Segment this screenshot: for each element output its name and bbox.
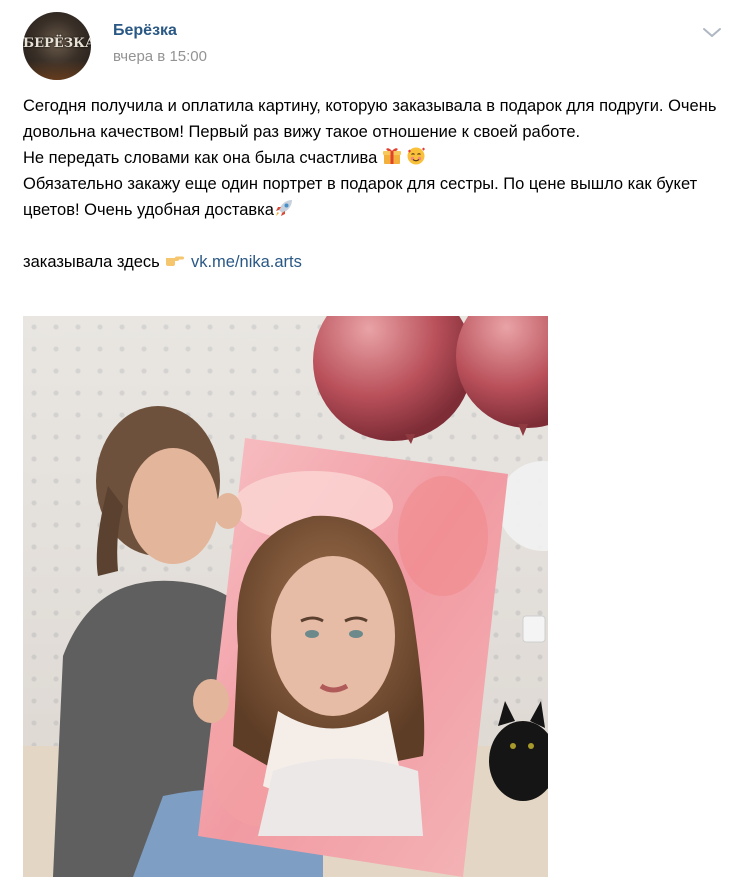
- pointing-right-emoji-icon: [166, 256, 185, 266]
- gift-emoji-icon: [382, 148, 401, 164]
- wall-post: БЕРЁЗКА Берёзка вчера в 15:00 Сегодня по…: [0, 0, 749, 877]
- author-avatar[interactable]: БЕРЁЗКА: [23, 12, 91, 80]
- order-line: заказывала здесь vk.me/nika.arts: [23, 249, 723, 275]
- order-prefix: заказывала здесь: [23, 253, 160, 271]
- smiling-face-with-hearts-emoji-icon: [407, 147, 426, 165]
- avatar-glow: [23, 60, 91, 80]
- post-date[interactable]: вчера в 15:00: [113, 48, 207, 65]
- post-paragraph-3: Обязательно закажу еще один портрет в по…: [23, 171, 723, 223]
- post-line-2-text: Не передать словами как она была счастли…: [23, 149, 378, 167]
- author-name[interactable]: Берёзка: [113, 22, 177, 40]
- post-text: Сегодня получила и оплатила картину, кот…: [23, 93, 723, 275]
- post-line-3-text: Обязательно закажу еще один портрет в по…: [23, 175, 698, 219]
- portrait-canvas: [198, 438, 508, 877]
- order-link[interactable]: vk.me/nika.arts: [191, 253, 302, 271]
- avatar-logo-text: БЕРЁЗКА: [23, 36, 91, 51]
- photo-illustration: [23, 316, 548, 877]
- balloon: [456, 316, 548, 428]
- rocket-emoji-icon: [275, 200, 292, 216]
- post-paragraph-2: Не передать словами как она была счастли…: [23, 145, 723, 171]
- balloon: [313, 316, 473, 441]
- chevron-down-icon[interactable]: [701, 26, 723, 40]
- post-photo[interactable]: [23, 316, 548, 877]
- post-paragraph-1: Сегодня получила и оплатила картину, кот…: [23, 97, 717, 141]
